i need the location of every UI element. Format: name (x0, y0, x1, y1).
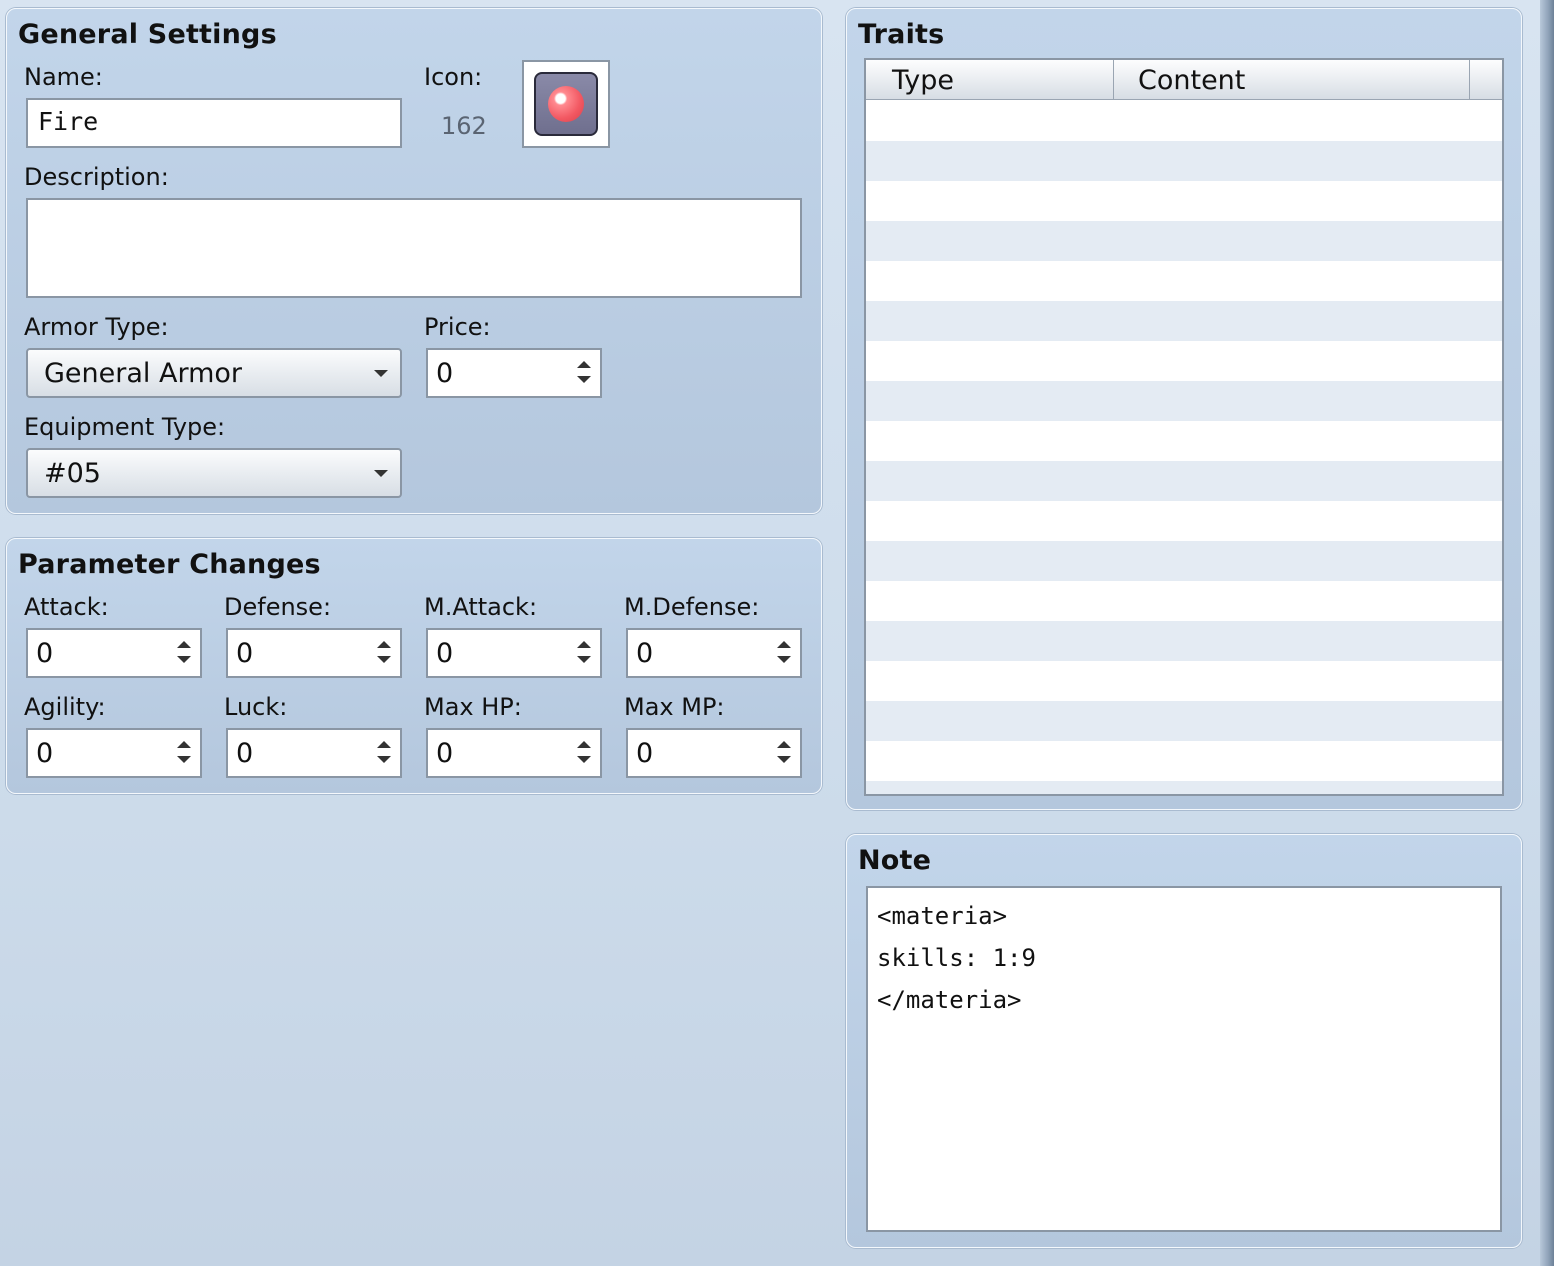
name-input[interactable]: Fire (26, 98, 402, 148)
icon-index: 162 (441, 112, 487, 140)
luck-spinbox[interactable]: 0 (226, 728, 402, 778)
window-edge (1540, 0, 1554, 1266)
icon-label: Icon: (424, 63, 483, 91)
name-label: Name: (24, 63, 103, 91)
max-mp-value: 0 (636, 738, 654, 769)
table-row[interactable] (866, 461, 1502, 501)
table-row[interactable] (866, 501, 1502, 541)
spin-up-icon[interactable] (377, 641, 391, 648)
max-hp-label: Max HP: (424, 693, 522, 721)
spin-up-icon[interactable] (777, 641, 791, 648)
column-header-type[interactable]: Type (866, 60, 1114, 100)
agility-label: Agility: (24, 693, 106, 721)
description-label: Description: (24, 163, 169, 191)
icon-picker[interactable] (522, 60, 610, 148)
armor-type-value: General Armor (44, 358, 243, 389)
table-row[interactable] (866, 261, 1502, 301)
table-row[interactable] (866, 421, 1502, 461)
note-textarea[interactable]: <materia> skills: 1:9 </materia> (866, 886, 1502, 1232)
m-defense-value: 0 (636, 638, 654, 669)
general-settings-title: General Settings (18, 19, 277, 50)
spin-down-icon[interactable] (177, 656, 191, 663)
column-header-spacer (1470, 60, 1502, 100)
max-mp-label: Max MP: (624, 693, 725, 721)
price-spinbox[interactable]: 0 (426, 348, 602, 398)
note-line: <materia> (877, 902, 1008, 930)
defense-label: Defense: (224, 593, 332, 621)
note-line: </materia> (877, 986, 1022, 1014)
spin-down-icon[interactable] (777, 756, 791, 763)
equipment-type-select[interactable]: #05 (26, 448, 402, 498)
spin-up-icon[interactable] (177, 741, 191, 748)
spin-up-icon[interactable] (577, 361, 591, 368)
note-title: Note (858, 845, 932, 876)
table-row[interactable] (866, 341, 1502, 381)
table-row[interactable] (866, 181, 1502, 221)
m-attack-spinbox[interactable]: 0 (426, 628, 602, 678)
attack-value: 0 (36, 638, 54, 669)
chevron-down-icon (374, 370, 388, 377)
m-attack-label: M.Attack: (424, 593, 538, 621)
defense-value: 0 (236, 638, 254, 669)
agility-spinbox[interactable]: 0 (26, 728, 202, 778)
spin-down-icon[interactable] (177, 756, 191, 763)
traits-table-header: Type Content (866, 60, 1502, 100)
table-row[interactable] (866, 781, 1502, 794)
price-label: Price: (424, 313, 491, 341)
spin-down-icon[interactable] (377, 656, 391, 663)
name-input-value: Fire (38, 107, 99, 136)
traits-table-body (866, 101, 1502, 794)
luck-label: Luck: (224, 693, 288, 721)
table-row[interactable] (866, 221, 1502, 261)
table-row[interactable] (866, 301, 1502, 341)
traits-title: Traits (858, 19, 945, 50)
table-row[interactable] (866, 541, 1502, 581)
m-defense-label: M.Defense: (624, 593, 760, 621)
max-hp-spinbox[interactable]: 0 (426, 728, 602, 778)
table-row[interactable] (866, 141, 1502, 181)
orb-sphere (548, 86, 584, 122)
spin-down-icon[interactable] (377, 756, 391, 763)
max-hp-value: 0 (436, 738, 454, 769)
table-row[interactable] (866, 381, 1502, 421)
spin-up-icon[interactable] (377, 741, 391, 748)
table-row[interactable] (866, 581, 1502, 621)
agility-value: 0 (36, 738, 54, 769)
chevron-down-icon (374, 470, 388, 477)
attack-spinbox[interactable]: 0 (26, 628, 202, 678)
armor-type-label: Armor Type: (24, 313, 169, 341)
equipment-type-label: Equipment Type: (24, 413, 226, 441)
spin-up-icon[interactable] (577, 741, 591, 748)
max-mp-spinbox[interactable]: 0 (626, 728, 802, 778)
traits-table[interactable]: Type Content (864, 58, 1504, 796)
spin-up-icon[interactable] (177, 641, 191, 648)
parameter-changes-title: Parameter Changes (18, 549, 321, 580)
spin-up-icon[interactable] (577, 641, 591, 648)
equipment-type-value: #05 (44, 458, 101, 489)
armor-type-select[interactable]: General Armor (26, 348, 402, 398)
spin-down-icon[interactable] (577, 376, 591, 383)
spin-down-icon[interactable] (577, 756, 591, 763)
table-row[interactable] (866, 661, 1502, 701)
m-defense-spinbox[interactable]: 0 (626, 628, 802, 678)
defense-spinbox[interactable]: 0 (226, 628, 402, 678)
spin-down-icon[interactable] (577, 656, 591, 663)
m-attack-value: 0 (436, 638, 454, 669)
description-input[interactable] (26, 198, 802, 298)
spin-up-icon[interactable] (777, 741, 791, 748)
table-row[interactable] (866, 101, 1502, 141)
price-value: 0 (436, 358, 454, 389)
column-header-content[interactable]: Content (1114, 60, 1470, 100)
luck-value: 0 (236, 738, 254, 769)
red-orb-icon (534, 72, 598, 136)
attack-label: Attack: (24, 593, 109, 621)
table-row[interactable] (866, 741, 1502, 781)
spin-down-icon[interactable] (777, 656, 791, 663)
note-line: skills: 1:9 (877, 944, 1036, 972)
table-row[interactable] (866, 621, 1502, 661)
table-row[interactable] (866, 701, 1502, 741)
